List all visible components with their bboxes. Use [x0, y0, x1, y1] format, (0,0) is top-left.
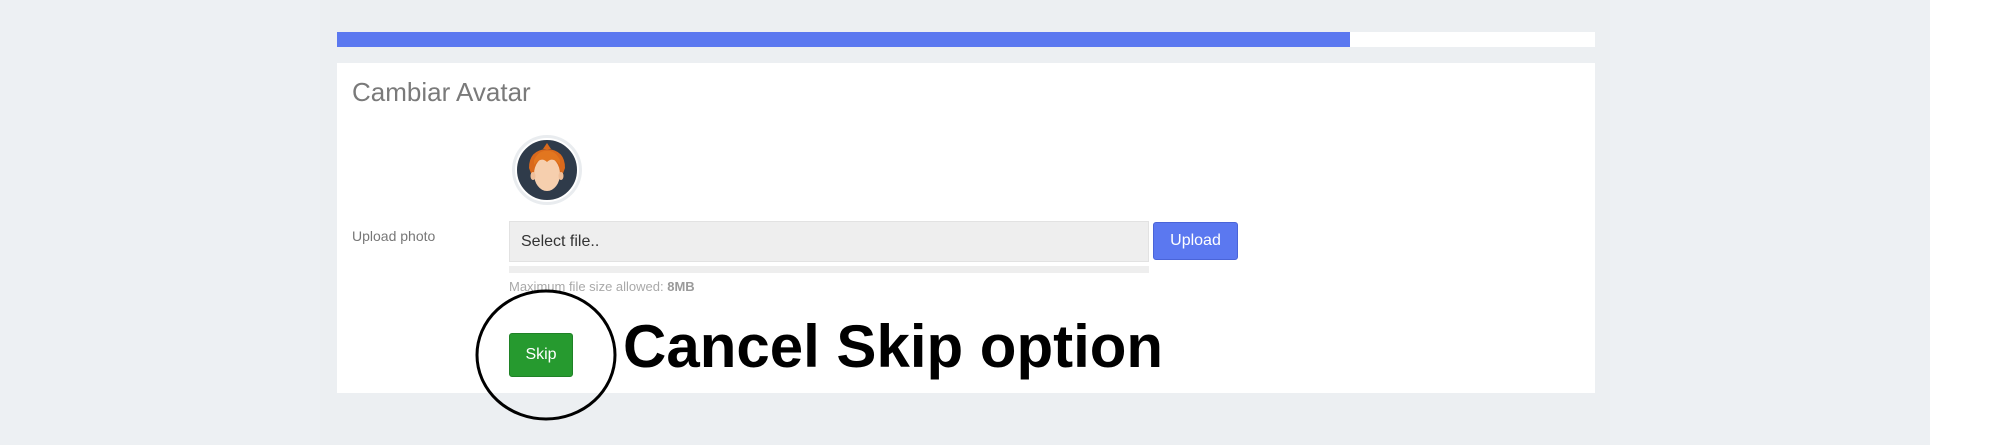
annotation-text: Cancel Skip option	[623, 313, 1164, 380]
progress-bar	[337, 32, 1595, 47]
avatar-person-icon	[515, 138, 579, 202]
annotation-circle	[475, 289, 617, 421]
avatar	[512, 135, 582, 205]
upload-photo-label: Upload photo	[352, 228, 436, 244]
size-note-value: 8MB	[667, 279, 695, 294]
file-select-input[interactable]: Select file..	[509, 221, 1149, 262]
card-title: Cambiar Avatar	[352, 77, 531, 107]
upload-button[interactable]: Upload	[1153, 222, 1238, 260]
progress-bar-fill	[337, 32, 1350, 47]
upload-progress-bar	[509, 266, 1149, 273]
